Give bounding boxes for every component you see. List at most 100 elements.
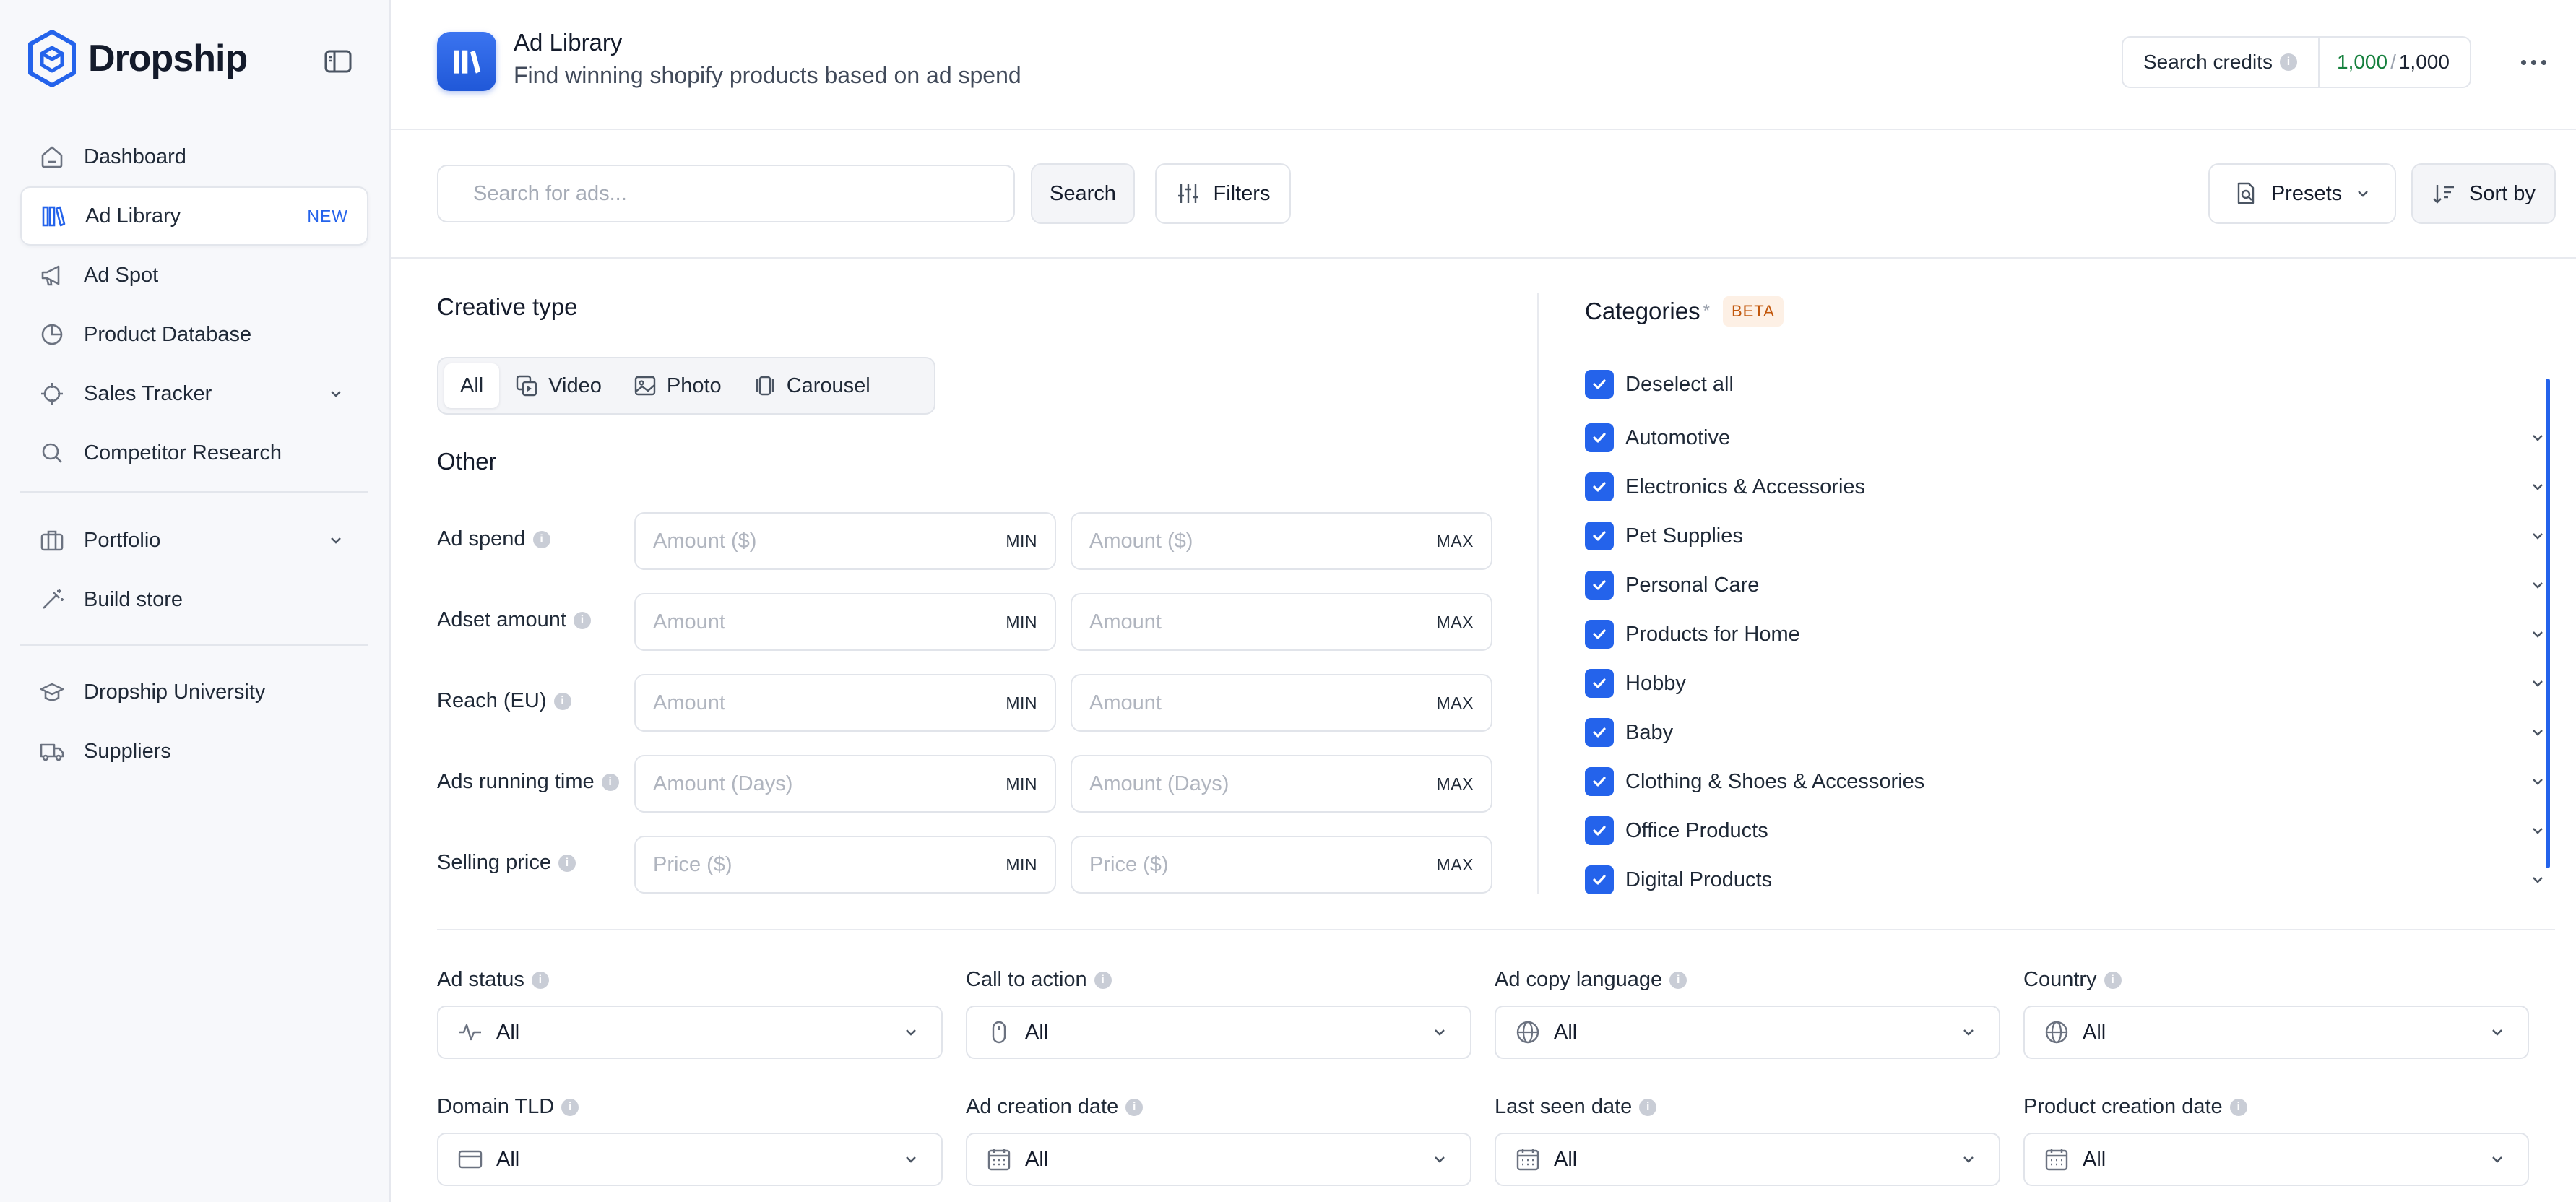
info-icon[interactable]: i (2104, 971, 2122, 989)
sidebar-item-ad-spot[interactable]: Ad Spot (20, 246, 368, 305)
filter-dropdown[interactable]: All (2023, 1133, 2529, 1186)
chevron-down-icon[interactable] (2530, 872, 2546, 888)
chevron-down-icon[interactable] (2530, 725, 2546, 740)
category-item[interactable]: Digital Products (1585, 861, 2546, 899)
filter-dropdown[interactable]: All (437, 1006, 943, 1059)
adset-amount-max-input[interactable]: Amount MAX (1071, 593, 1492, 651)
category-scrollbar[interactable] (2546, 379, 2550, 868)
info-icon[interactable]: i (553, 692, 571, 710)
checkbox[interactable] (1585, 865, 1614, 894)
checkbox[interactable] (1585, 718, 1614, 747)
chevron-down-icon[interactable] (2530, 774, 2546, 790)
deselect-all-checkbox[interactable]: Deselect all (1585, 366, 2546, 403)
chevron-down-icon[interactable] (328, 386, 344, 402)
ad-spend-max-input[interactable]: Amount ($) MAX (1071, 512, 1492, 570)
checkbox[interactable] (1585, 472, 1614, 501)
category-item[interactable]: Electronics & Accessories (1585, 468, 2546, 506)
checkbox[interactable] (1585, 816, 1614, 845)
categories-title-text: Categories (1585, 298, 1700, 324)
chevron-down-icon[interactable] (2530, 577, 2546, 593)
input-placeholder: Amount ($) (1089, 529, 1193, 553)
selling-price-min-input[interactable]: Price ($) MIN (634, 836, 1056, 894)
creative-type-video[interactable]: Video (499, 363, 618, 408)
reach-max-input[interactable]: Amount MAX (1071, 674, 1492, 732)
checkbox[interactable] (1585, 620, 1614, 649)
sidebar-item-product-database[interactable]: Product Database (20, 305, 368, 364)
sidebar-item-competitor-research[interactable]: Competitor Research (20, 423, 368, 483)
info-icon[interactable]: i (1094, 971, 1112, 989)
checkbox[interactable] (1585, 669, 1614, 698)
required-mark: * (1703, 301, 1710, 321)
sidebar-toggle-icon[interactable] (324, 49, 353, 74)
chevron-down-icon[interactable] (2530, 823, 2546, 839)
info-icon[interactable]: i (1639, 1098, 1657, 1116)
filter-dropdown[interactable]: All (1495, 1133, 2000, 1186)
checkbox[interactable] (1585, 571, 1614, 600)
credits-total: 1,000 (2398, 51, 2450, 73)
info-icon[interactable]: i (531, 971, 549, 989)
filter-dropdown[interactable]: All (1495, 1006, 2000, 1059)
filter-dropdown[interactable]: All (437, 1133, 943, 1186)
category-item[interactable]: Pet Supplies (1585, 517, 2546, 555)
dropdown-label: Domain TLD i (437, 1095, 579, 1119)
category-item[interactable]: Automotive (1585, 419, 2546, 457)
filter-dropdown[interactable]: All (966, 1133, 1471, 1186)
creative-type-all[interactable]: All (444, 363, 500, 408)
checkbox[interactable] (1585, 767, 1614, 796)
checkbox[interactable] (1585, 370, 1614, 399)
sidebar-item-dashboard[interactable]: Dashboard (20, 127, 368, 186)
info-icon[interactable]: i (1125, 1098, 1144, 1116)
sidebar-item-portfolio[interactable]: Portfolio (20, 511, 368, 570)
sidebar-item-label: Ad Spot (84, 263, 159, 287)
sidebar-item-ad-library[interactable]: Ad Library NEW (20, 186, 368, 246)
sidebar-item-build-store[interactable]: Build store (20, 570, 368, 629)
info-icon[interactable]: i (601, 773, 619, 791)
range-label-text: Adset amount (437, 608, 566, 631)
brand[interactable]: Dropship (26, 29, 248, 88)
chevron-down-icon[interactable] (328, 532, 344, 548)
category-item[interactable]: Baby (1585, 714, 2546, 751)
adset-amount-min-input[interactable]: Amount MIN (634, 593, 1056, 651)
creative-type-carousel[interactable]: Carousel (738, 363, 886, 408)
video-icon (517, 375, 537, 397)
ad-spend-min-input[interactable]: Amount ($) MIN (634, 512, 1056, 570)
info-icon[interactable]: i (558, 854, 576, 872)
running-time-max-input[interactable]: Amount (Days) MAX (1071, 755, 1492, 813)
chevron-down-icon[interactable] (2530, 528, 2546, 544)
category-item[interactable]: Clothing & Shoes & Accessories (1585, 763, 2546, 800)
sort-by-button[interactable]: Sort by (2411, 163, 2556, 224)
creative-type-photo[interactable]: Photo (618, 363, 738, 408)
calendar-icon (987, 1149, 1011, 1171)
info-icon[interactable]: i (532, 530, 550, 548)
check-icon (1593, 531, 1606, 541)
sidebar-item-dropship-university[interactable]: Dropship University (20, 662, 368, 722)
section-divider (437, 929, 2555, 930)
category-item[interactable]: Hobby (1585, 665, 2546, 702)
sidebar-item-suppliers[interactable]: Suppliers (20, 722, 368, 781)
category-item[interactable]: Products for Home (1585, 615, 2546, 653)
reach-min-input[interactable]: Amount MIN (634, 674, 1056, 732)
checkbox[interactable] (1585, 423, 1614, 452)
filters-button[interactable]: Filters (1155, 163, 1291, 224)
info-icon[interactable]: i (561, 1098, 579, 1116)
info-icon[interactable]: i (573, 611, 591, 629)
chevron-down-icon[interactable] (2530, 626, 2546, 642)
chevron-down-icon[interactable] (2530, 430, 2546, 446)
chevron-down-icon[interactable] (2530, 479, 2546, 495)
info-icon[interactable]: i (2279, 53, 2297, 71)
filter-dropdown[interactable]: All (2023, 1006, 2529, 1059)
filter-dropdown[interactable]: All (966, 1006, 1471, 1059)
more-options-icon[interactable] (2512, 46, 2555, 78)
checkbox[interactable] (1585, 522, 1614, 550)
sidebar-item-sales-tracker[interactable]: Sales Tracker (20, 364, 368, 423)
chevron-down-icon[interactable] (2530, 675, 2546, 691)
search-button[interactable]: Search (1031, 163, 1135, 224)
info-icon[interactable]: i (1669, 971, 1687, 989)
search-input[interactable] (437, 165, 1015, 222)
running-time-min-input[interactable]: Amount (Days) MIN (634, 755, 1056, 813)
category-item[interactable]: Personal Care (1585, 566, 2546, 604)
info-icon[interactable]: i (2229, 1098, 2247, 1116)
selling-price-max-input[interactable]: Price ($) MAX (1071, 836, 1492, 894)
presets-dropdown[interactable]: Presets (2208, 163, 2396, 224)
category-item[interactable]: Office Products (1585, 812, 2546, 849)
